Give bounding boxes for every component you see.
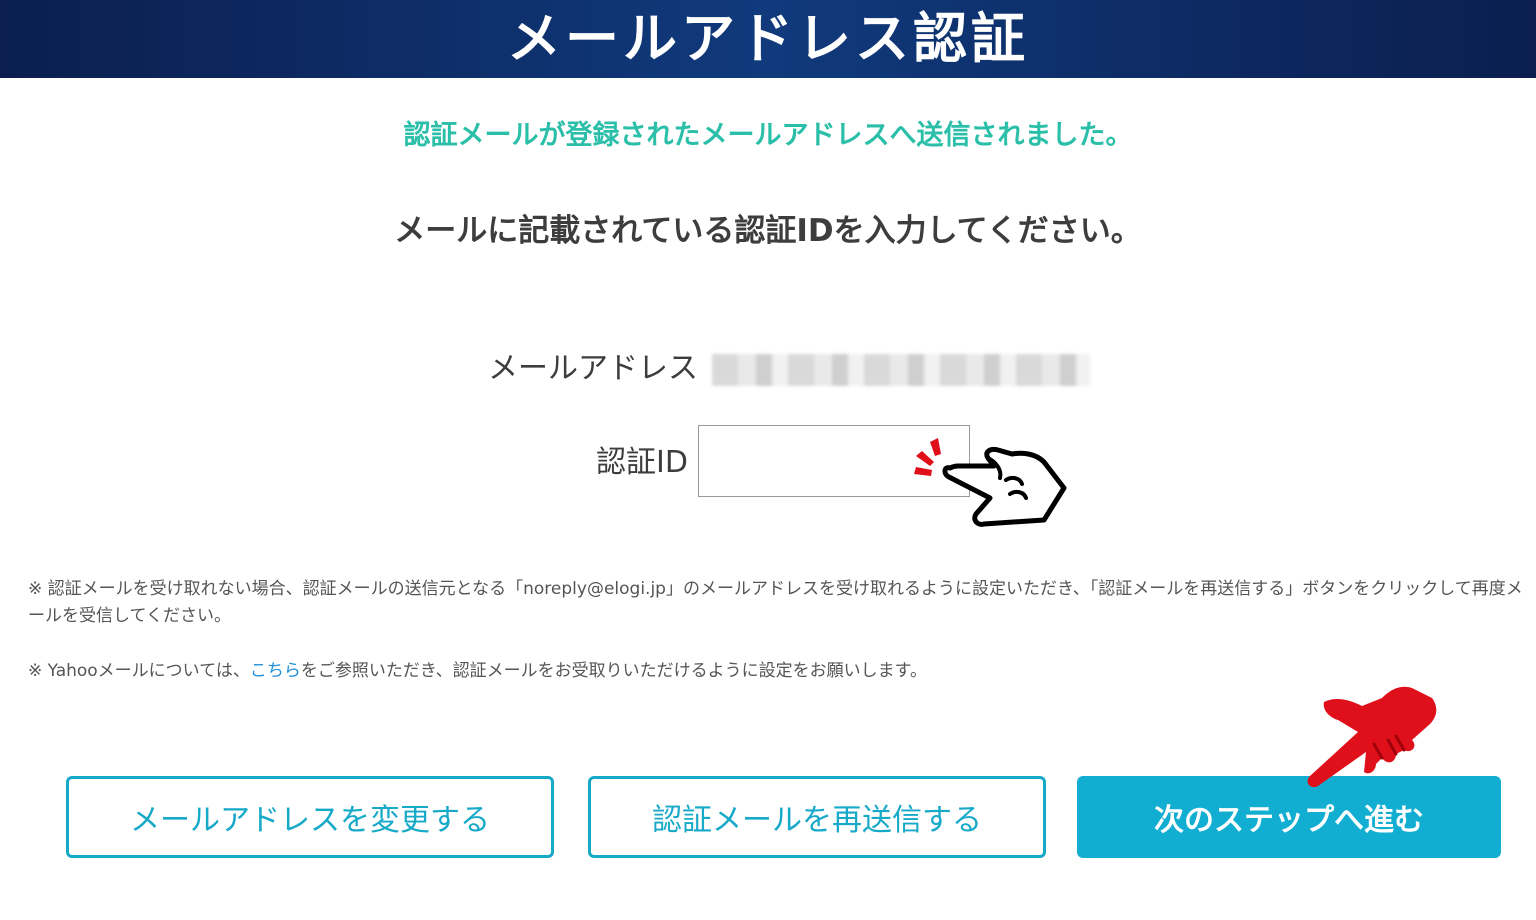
- red-pointing-hand-icon: [1307, 686, 1437, 788]
- pointing-hand-icon: [942, 447, 1067, 527]
- change-email-button[interactable]: メールアドレスを変更する: [66, 776, 554, 858]
- instruction-text: メールに記載されている認証IDを入力してください。: [394, 213, 1142, 249]
- header-banner: メールアドレス認証: [0, 0, 1536, 78]
- page-title: メールアドレス認証: [507, 7, 1029, 70]
- auth-id-label: 認証ID: [596, 445, 688, 480]
- footnote-yahoo-text-after: をご参照いただき、認証メールをお受取りいただけるように設定をお願いします。: [300, 661, 927, 681]
- email-value-blurred: [712, 354, 1090, 386]
- sent-notice: 認証メールが登録されたメールアドレスへ送信されました。: [403, 120, 1133, 151]
- yahoo-help-link[interactable]: こちら: [250, 661, 301, 681]
- footnote-yahoo-text-before: ※ Yahooメールについては、: [28, 661, 250, 681]
- footnote-yahoo: ※ Yahooメールについては、こちらをご参照いただき、認証メールをお受取りいた…: [28, 658, 1528, 685]
- email-label: メールアドレス: [488, 351, 698, 386]
- resend-email-button[interactable]: 認証メールを再送信する: [588, 776, 1046, 858]
- footnote-email-not-received: ※ 認証メールを受け取れない場合、認証メールの送信元となる「noreply@el…: [28, 579, 1523, 626]
